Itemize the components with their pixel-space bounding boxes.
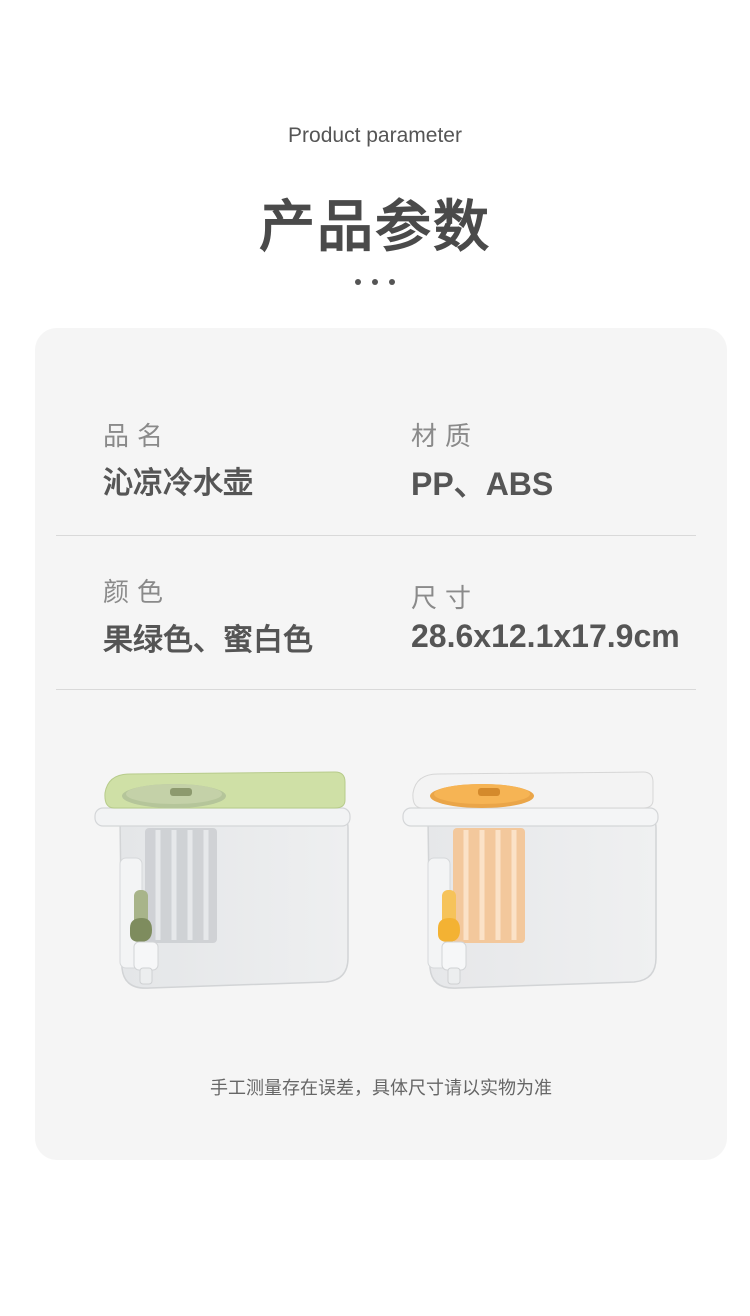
param-value-name: 沁凉冷水壶 <box>103 466 253 501</box>
param-label-material: 材质 <box>411 422 480 452</box>
param-value-material: PP、ABS <box>411 466 554 502</box>
product-parameter-subtitle: Product parameter <box>288 124 462 147</box>
page-title: 产品参数 <box>259 195 491 260</box>
measurement-note: 手工测量存在误差，具体尺寸请以实物为准 <box>210 1078 552 1099</box>
divider <box>56 689 696 690</box>
dot <box>389 279 395 285</box>
green-water-dispenser-image <box>94 771 351 989</box>
param-label-color: 颜色 <box>103 578 172 608</box>
parameter-card: 品名 沁凉冷水壶 材质 PP、ABS 颜色 果绿色、蜜白色 尺寸 28.6x12… <box>35 328 727 1160</box>
param-value-color: 果绿色、蜜白色 <box>103 623 313 658</box>
param-value-size: 28.6x12.1x17.9cm <box>411 618 680 654</box>
decorative-dots <box>0 279 750 285</box>
param-label-size: 尺寸 <box>411 584 480 614</box>
dot <box>372 279 378 285</box>
param-label-name: 品名 <box>103 422 172 452</box>
dot <box>355 279 361 285</box>
divider <box>56 535 696 536</box>
white-water-dispenser-image <box>402 771 659 989</box>
